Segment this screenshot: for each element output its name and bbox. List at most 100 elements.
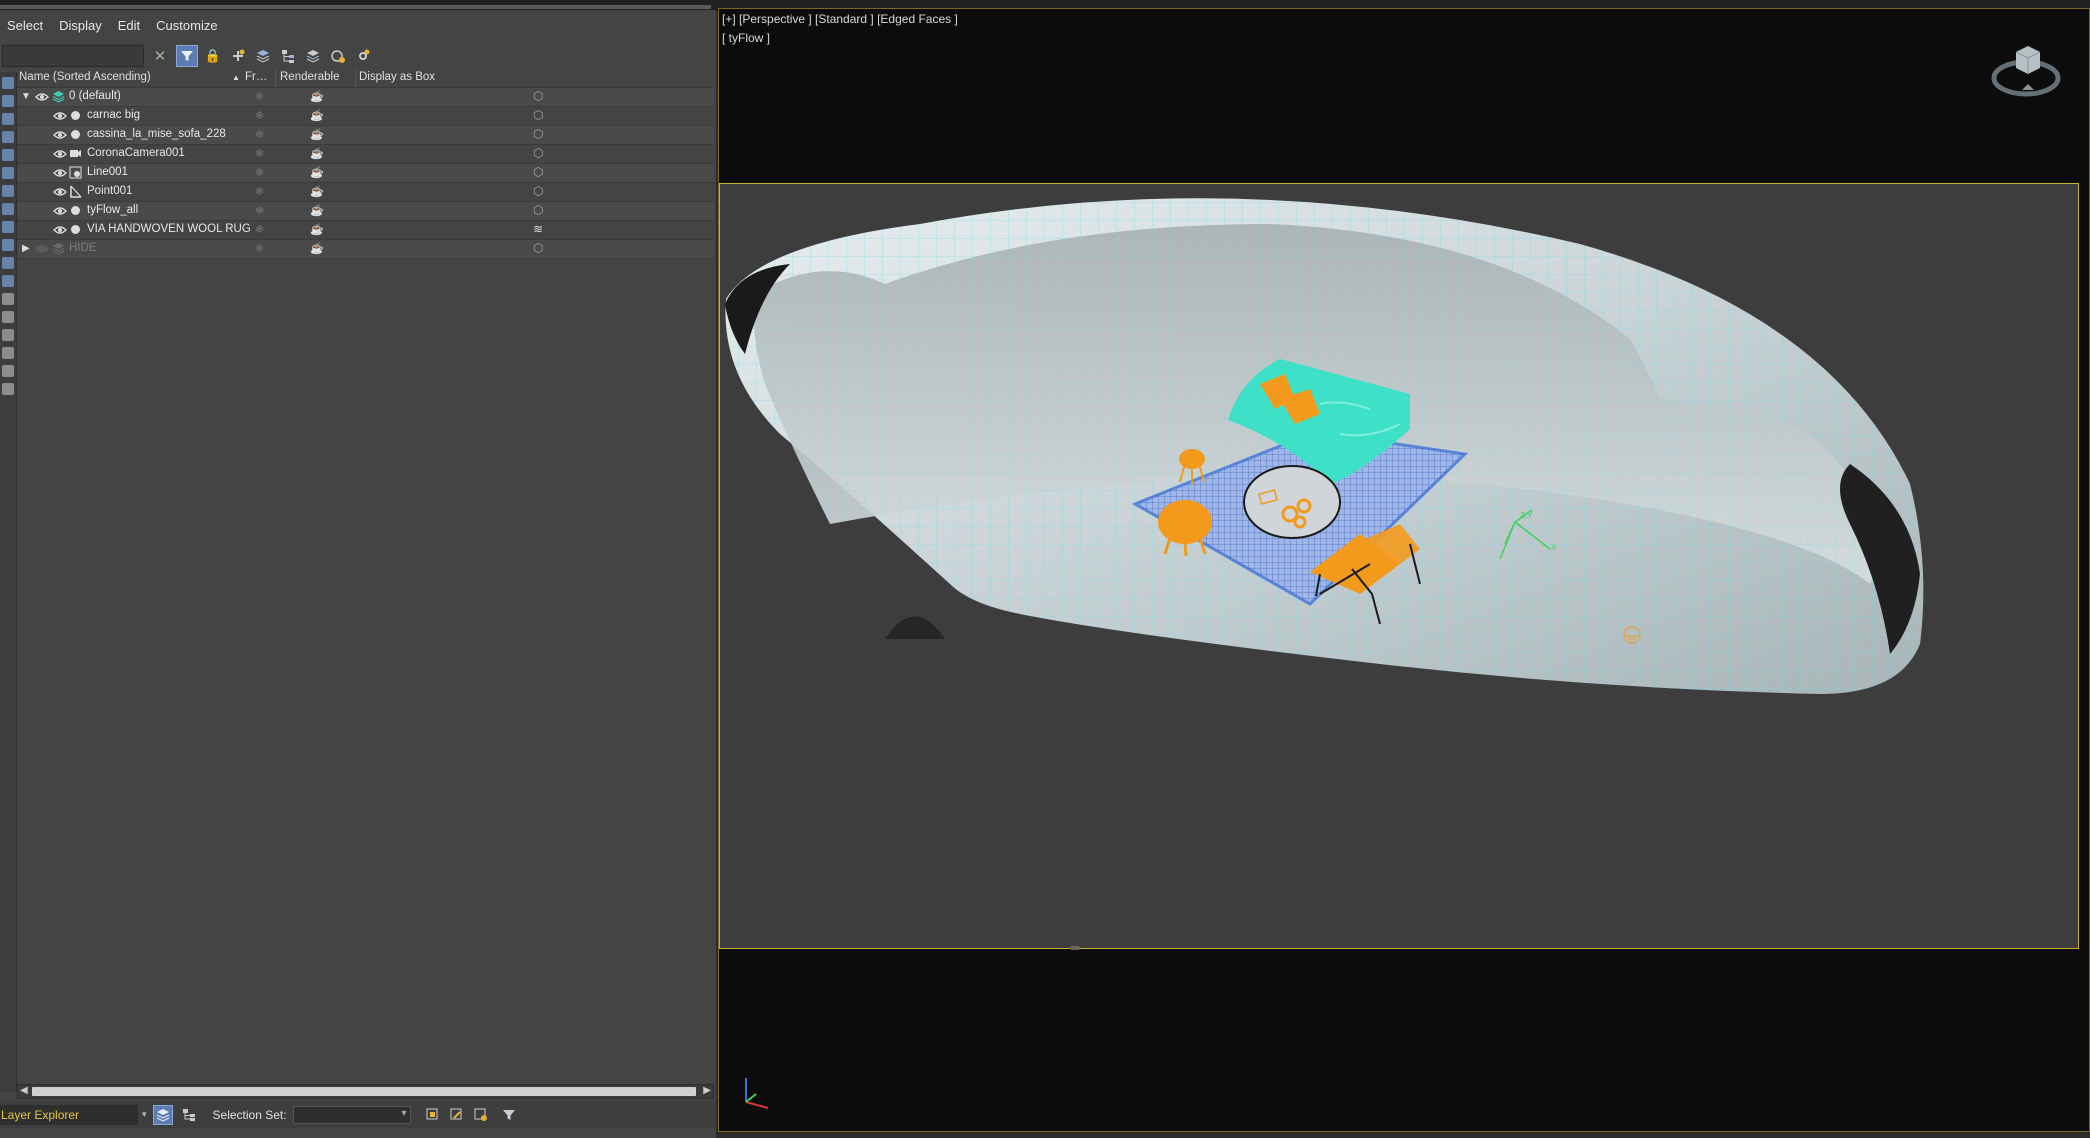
sort-by-layer-icon[interactable]	[152, 1104, 173, 1125]
viewport-label[interactable]: [+] [Perspective ] [Standard ] [Edged Fa…	[722, 12, 958, 26]
explorer-name-field[interactable]: Layer Explorer	[0, 1104, 138, 1125]
eye-icon[interactable]	[53, 148, 67, 160]
renderable-icon[interactable]: ☕	[310, 242, 324, 255]
sidebar-frozen-icon[interactable]	[2, 257, 14, 269]
column-frozen[interactable]: Fr…	[245, 71, 267, 83]
freeze-icon[interactable]: ❄	[255, 147, 264, 160]
eye-icon[interactable]	[53, 167, 67, 179]
renderable-icon[interactable]: ☕	[310, 185, 324, 198]
display-box-icon[interactable]: ≋	[533, 222, 543, 236]
display-box-icon[interactable]: ⬡	[533, 241, 543, 255]
viewport-label-tyflow[interactable]: [ tyFlow ]	[722, 31, 770, 45]
display-box-icon[interactable]: ⬡	[533, 127, 543, 141]
layer-row[interactable]: Line001 ❄ ☕ ⬡	[17, 164, 714, 183]
layer-row[interactable]: VIA HANDWOVEN WOOL RUG ❄ ☕ ≋	[17, 221, 714, 240]
menu-customize[interactable]: Customize	[149, 18, 224, 33]
display-box-icon[interactable]: ⬡	[533, 89, 543, 103]
sidebar-groups-icon[interactable]	[2, 185, 14, 197]
renderable-icon[interactable]: ☕	[310, 128, 324, 141]
sort-by-hierarchy-icon[interactable]	[179, 1105, 199, 1125]
freeze-icon[interactable]: ❄	[255, 204, 264, 217]
sidebar-filter-icon[interactable]	[2, 365, 14, 377]
layer-row[interactable]: carnac big ❄ ☕ ⬡	[17, 107, 714, 126]
eye-icon[interactable]	[53, 129, 67, 141]
layer-row[interactable]: ▶ HIDE ❄ ☕ ⬡	[17, 240, 714, 259]
selection-set-options-icon[interactable]	[471, 1105, 491, 1125]
selection-set-dropdown[interactable]	[292, 1105, 411, 1124]
menu-edit[interactable]: Edit	[111, 18, 147, 33]
sidebar-shapes-icon[interactable]	[2, 95, 14, 107]
clear-icon[interactable]: ✕	[150, 46, 170, 66]
menu-display[interactable]: Display	[52, 18, 109, 33]
eye-icon[interactable]	[53, 205, 67, 217]
lock-icon[interactable]: 🔒	[203, 46, 223, 66]
freeze-icon[interactable]: ❄	[255, 223, 264, 236]
sidebar-hidden-icon[interactable]	[2, 275, 14, 287]
collapse-arrow-icon[interactable]: ▼	[21, 91, 31, 102]
new-layer-icon[interactable]	[228, 46, 248, 66]
sidebar-cameras-icon[interactable]	[2, 131, 14, 143]
sidebar-sync-icon[interactable]	[2, 347, 14, 359]
column-renderable[interactable]: Renderable	[280, 71, 339, 83]
sidebar-bones-icon[interactable]	[2, 221, 14, 233]
sidebar-helpers-icon[interactable]	[2, 149, 14, 161]
display-box-icon[interactable]: ⬡	[533, 203, 543, 217]
layers-stack-icon[interactable]	[253, 46, 273, 66]
eye-icon[interactable]	[53, 186, 67, 198]
freeze-icon[interactable]: ❄	[255, 185, 264, 198]
layer-row[interactable]: ▼ 0 (default) ❄ ☕ ⬡	[17, 88, 714, 107]
freeze-icon[interactable]: ❄	[255, 128, 264, 141]
display-box-icon[interactable]: ⬡	[533, 165, 543, 179]
sidebar-containers-icon[interactable]	[2, 239, 14, 251]
freeze-icon[interactable]: ❄	[255, 90, 264, 103]
renderable-icon[interactable]: ☕	[310, 166, 324, 179]
scrollbar-thumb[interactable]	[32, 1087, 696, 1096]
eye-icon[interactable]	[53, 110, 67, 122]
sidebar-xrefs-icon[interactable]	[2, 203, 14, 215]
renderable-icon[interactable]: ☕	[310, 147, 324, 160]
renderable-icon[interactable]: ☕	[310, 204, 324, 217]
renderable-icon[interactable]: ☕	[310, 223, 324, 236]
column-name[interactable]: Name (Sorted Ascending)	[19, 71, 151, 83]
column-display-as-box[interactable]: Display as Box	[359, 71, 435, 83]
highlight-icon[interactable]	[328, 46, 348, 66]
hierarchy-icon[interactable]	[278, 46, 298, 66]
coffee-table[interactable]	[1243, 465, 1341, 539]
small-stool[interactable]	[1179, 449, 1205, 469]
viewcube-icon[interactable]	[1988, 38, 2064, 106]
expand-arrow-icon[interactable]: ▶	[22, 243, 30, 254]
eye-icon[interactable]	[35, 91, 49, 103]
filter-icon[interactable]	[176, 45, 198, 67]
layer-row[interactable]: tyFlow_all ❄ ☕ ⬡	[17, 202, 714, 221]
search-input[interactable]	[2, 45, 144, 67]
freeze-icon[interactable]: ❄	[255, 242, 264, 255]
sidebar-invert-icon[interactable]	[2, 329, 14, 341]
layer-add-selected-icon[interactable]	[303, 46, 323, 66]
menu-select[interactable]: Select	[0, 18, 50, 33]
eye-icon[interactable]	[53, 224, 67, 236]
sidebar-display-all-icon[interactable]	[2, 293, 14, 305]
display-box-icon[interactable]: ⬡	[533, 184, 543, 198]
eye-hidden-icon[interactable]	[35, 243, 49, 255]
freeze-icon[interactable]: ❄	[255, 166, 264, 179]
freeze-icon[interactable]: ❄	[255, 109, 264, 122]
edit-selection-set-icon[interactable]	[447, 1105, 467, 1125]
sidebar-spacewarps-icon[interactable]	[2, 167, 14, 179]
scroll-left-icon[interactable]: ◀	[20, 1085, 28, 1096]
horizontal-scrollbar[interactable]: ◀ ▶	[17, 1084, 714, 1099]
renderable-icon[interactable]: ☕	[310, 109, 324, 122]
scroll-right-icon[interactable]: ▶	[703, 1085, 711, 1096]
settings-plus-icon[interactable]	[353, 46, 373, 66]
sidebar-display-none-icon[interactable]	[2, 311, 14, 323]
filter-toggle-icon[interactable]	[499, 1105, 519, 1125]
sidebar-selection-icon[interactable]	[2, 383, 14, 395]
layer-row[interactable]: Point001 ❄ ☕ ⬡	[17, 183, 714, 202]
sidebar-lights-icon[interactable]	[2, 113, 14, 125]
display-box-icon[interactable]: ⬡	[533, 108, 543, 122]
display-box-icon[interactable]: ⬡	[533, 146, 543, 160]
renderable-icon[interactable]: ☕	[310, 90, 324, 103]
create-selection-set-icon[interactable]	[423, 1105, 443, 1125]
explorer-dropdown-icon[interactable]: ▾	[142, 1109, 147, 1120]
layer-row[interactable]: cassina_la_mise_sofa_228 ❄ ☕ ⬡	[17, 126, 714, 145]
round-stool[interactable]	[1158, 500, 1212, 544]
